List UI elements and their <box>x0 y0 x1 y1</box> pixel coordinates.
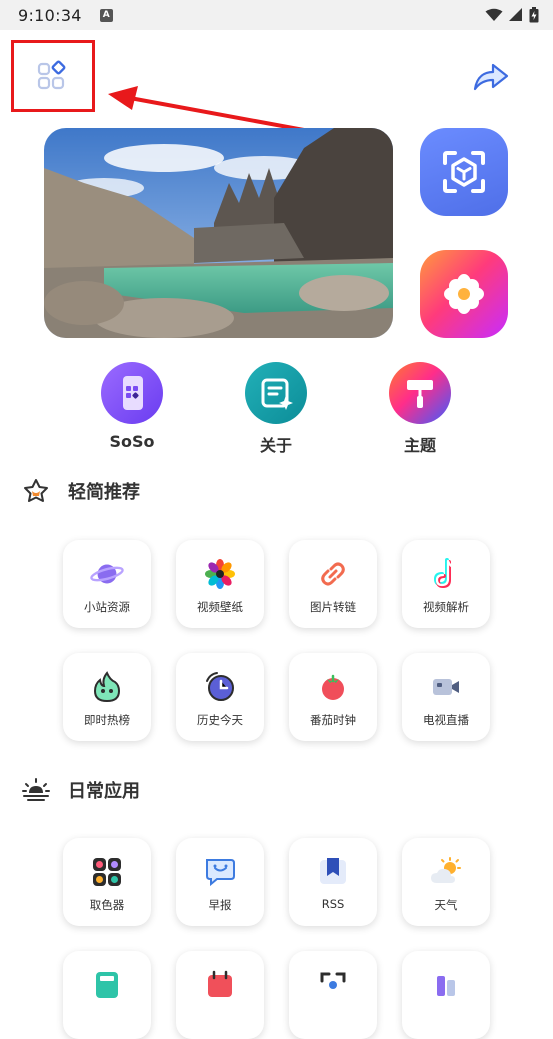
star-icon <box>24 479 48 502</box>
phone-grid-icon <box>101 362 163 424</box>
section-daily-apps-header: 日常应用 <box>22 777 140 803</box>
tile-label: 即时热榜 <box>84 713 130 727</box>
chat-bubble-icon <box>203 855 237 889</box>
tile-label: 图片转链 <box>310 600 356 614</box>
section-title: 日常应用 <box>68 781 140 802</box>
tile-label: RSS <box>321 897 345 911</box>
tile-rss[interactable]: RSS <box>289 838 377 926</box>
quick-label: SoSo <box>109 432 155 451</box>
bookmark-icon <box>316 855 350 889</box>
tile-history-today[interactable]: 历史今天 <box>176 653 264 741</box>
tile-color-picker[interactable]: 取色器 <box>63 838 151 926</box>
flower-icon <box>203 557 237 591</box>
tile-label: 天气 <box>434 898 458 912</box>
scan-frame-icon <box>443 151 485 193</box>
tile-scanner[interactable] <box>289 951 377 1039</box>
section-recommended-header: 轻简推荐 <box>22 478 140 504</box>
tile-calendar[interactable] <box>176 951 264 1039</box>
tile-site-resources[interactable]: 小站资源 <box>63 540 151 628</box>
weather-icon <box>429 855 463 889</box>
note-sparkle-icon <box>245 362 307 424</box>
flame-icon <box>90 670 124 704</box>
tile-tools[interactable] <box>402 951 490 1039</box>
tile-label: 视频解析 <box>423 600 469 614</box>
quick-label: 主题 <box>403 436 436 455</box>
tile-video-parse[interactable]: 视频解析 <box>402 540 490 628</box>
status-time: 9:10:34 <box>18 5 82 25</box>
quick-theme[interactable]: 主题 <box>370 362 470 456</box>
quick-soso[interactable]: SoSo <box>82 362 182 451</box>
status-bar: 9:10:34 A <box>0 0 553 30</box>
video-camera-icon <box>429 670 463 704</box>
top-bar <box>0 40 553 112</box>
calendar-icon <box>203 968 237 1002</box>
tile-weather[interactable]: 天气 <box>402 838 490 926</box>
battery-charging-icon <box>529 7 539 23</box>
wifi-icon <box>485 8 503 21</box>
app-grid-icon <box>37 60 66 90</box>
tile-pomodoro[interactable]: 番茄时钟 <box>289 653 377 741</box>
tile-label: 历史今天 <box>197 713 243 727</box>
flower-petals-icon <box>444 274 484 314</box>
tile-label: 取色器 <box>89 898 125 912</box>
tile-hot-list[interactable]: 即时热榜 <box>63 653 151 741</box>
tile-label: 电视直播 <box>423 713 469 727</box>
sunrise-icon <box>22 778 50 801</box>
tools-icon <box>429 968 463 1002</box>
mountain-lake-image <box>44 128 393 338</box>
tiktok-icon <box>429 557 463 591</box>
palette-icon <box>90 855 124 889</box>
tile-label: 视频壁纸 <box>197 600 243 614</box>
clock-icon <box>203 670 237 704</box>
tile-calculator[interactable] <box>63 951 151 1039</box>
tomato-icon <box>316 670 350 704</box>
quick-label: 关于 <box>259 436 292 455</box>
tile-morning-news[interactable]: 早报 <box>176 838 264 926</box>
planet-icon <box>90 557 124 591</box>
tile-video-wallpaper[interactable]: 视频壁纸 <box>176 540 264 628</box>
calculator-icon <box>90 968 124 1002</box>
scan-icon <box>316 968 350 1002</box>
scan-app-button[interactable] <box>420 128 508 216</box>
tile-image-to-link[interactable]: 图片转链 <box>289 540 377 628</box>
quick-about[interactable]: 关于 <box>226 362 326 456</box>
paint-roller-icon <box>389 362 451 424</box>
section-title: 轻简推荐 <box>68 482 140 503</box>
share-arrow-icon <box>473 63 509 91</box>
share-button[interactable] <box>471 62 511 92</box>
photos-app-button[interactable] <box>420 250 508 338</box>
signal-icon <box>509 8 522 21</box>
app-grid-button[interactable] <box>11 40 95 112</box>
notification-a-icon: A <box>99 8 113 22</box>
tile-tv-live[interactable]: 电视直播 <box>402 653 490 741</box>
tile-label: 小站资源 <box>84 600 130 614</box>
tile-label: 番茄时钟 <box>310 713 356 727</box>
hero-landscape-image[interactable] <box>44 128 393 338</box>
status-icons <box>485 7 539 23</box>
quick-actions: SoSo 关于 主题 <box>0 362 553 457</box>
tile-label: 早报 <box>208 898 232 912</box>
link-icon <box>316 557 350 591</box>
